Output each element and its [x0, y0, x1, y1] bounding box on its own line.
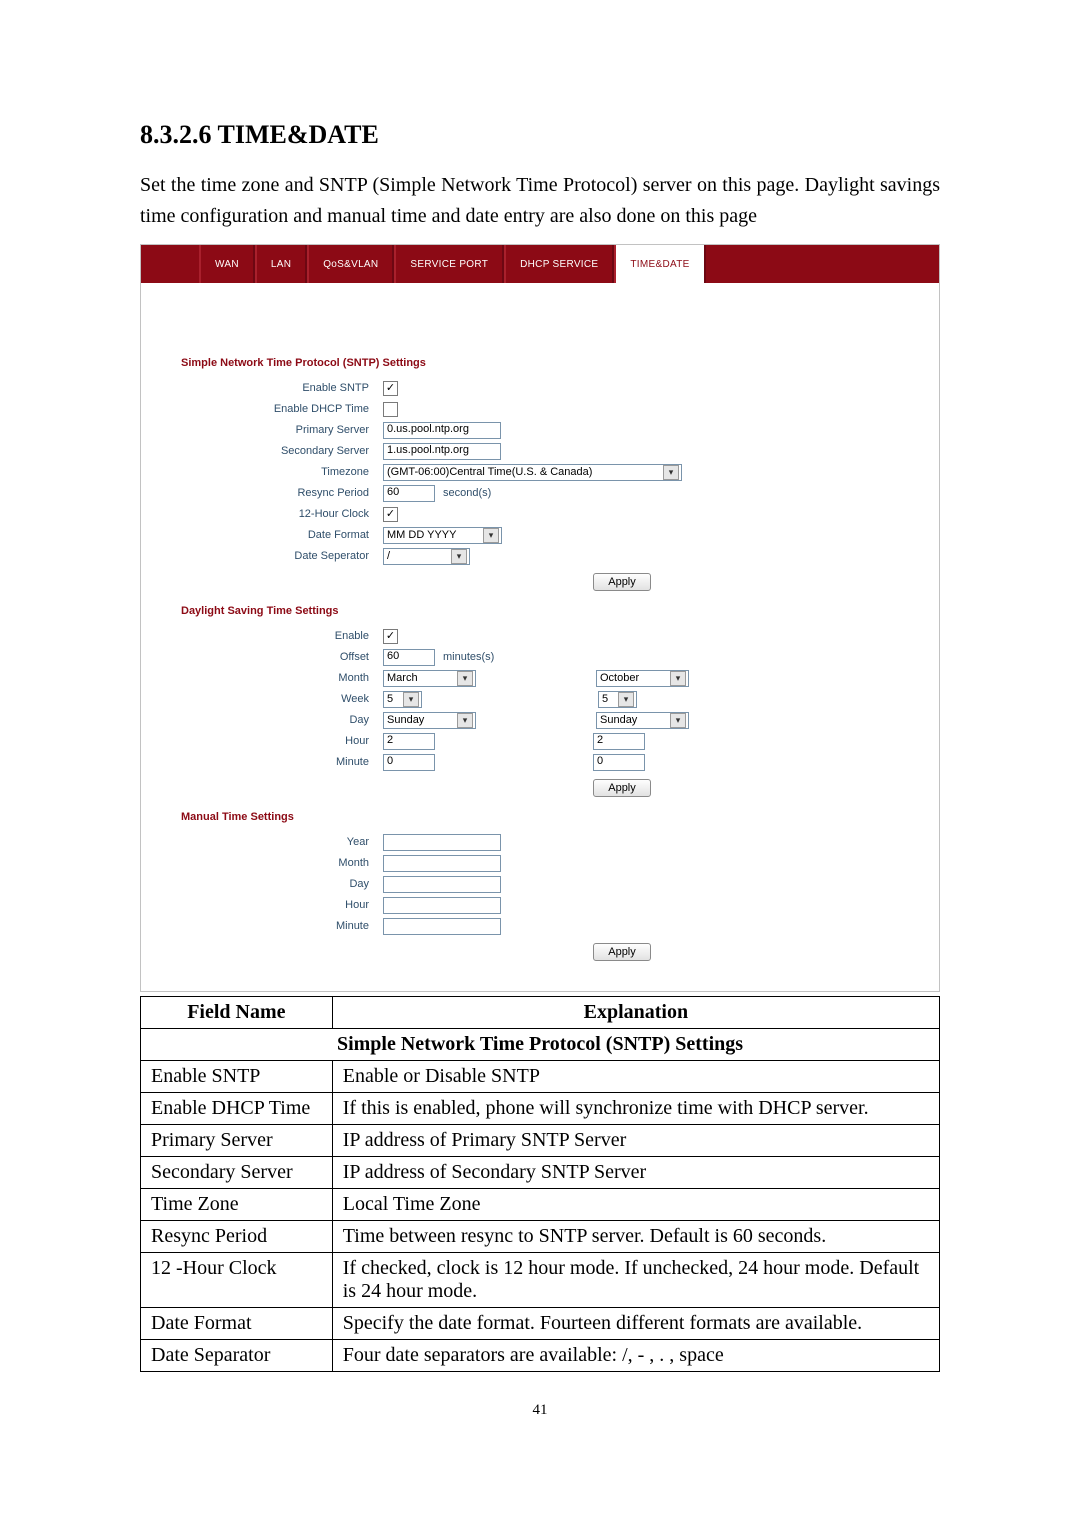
dst-month-label: Month [181, 672, 383, 684]
dst-week-start-select[interactable]: 5▾ [383, 691, 422, 708]
primary-server-input[interactable]: 0.us.pool.ntp.org [383, 422, 501, 439]
dst-hour-end-input[interactable]: 2 [593, 733, 645, 750]
table-row: 12 -Hour ClockIf checked, clock is 12 ho… [141, 1253, 940, 1308]
dst-offset-label: Offset [181, 651, 383, 663]
manual-title: Manual Time Settings [181, 811, 903, 823]
manual-month-input[interactable] [383, 855, 501, 872]
dst-offset-suffix: minutes(s) [443, 651, 494, 663]
table-head-explanation: Explanation [332, 997, 939, 1029]
chevron-down-icon: ▾ [483, 528, 499, 543]
table-row: Enable DHCP TimeIf this is enabled, phon… [141, 1093, 940, 1125]
config-panel: WAN LAN QoS&VLAN SERVICE PORT DHCP SERVI… [140, 244, 940, 992]
date-separator-select[interactable]: /▾ [383, 548, 470, 565]
tab-qosvlan[interactable]: QoS&VLAN [307, 245, 394, 283]
twelve-hour-checkbox[interactable] [383, 507, 398, 522]
enable-sntp-label: Enable SNTP [181, 382, 383, 394]
apply-dst-button[interactable]: Apply [593, 779, 651, 797]
date-separator-label: Date Seperator [181, 550, 383, 562]
primary-server-label: Primary Server [181, 424, 383, 436]
dst-minute-label: Minute [181, 756, 383, 768]
tab-bar: WAN LAN QoS&VLAN SERVICE PORT DHCP SERVI… [141, 245, 939, 283]
date-format-label: Date Format [181, 529, 383, 541]
chevron-down-icon: ▾ [618, 692, 634, 707]
dst-day-end-select[interactable]: Sunday▾ [596, 712, 689, 729]
dst-month-start-select[interactable]: March▾ [383, 670, 476, 687]
table-row: Primary ServerIP address of Primary SNTP… [141, 1125, 940, 1157]
chevron-down-icon: ▾ [663, 465, 679, 480]
dst-day-start-select[interactable]: Sunday▾ [383, 712, 476, 729]
enable-sntp-checkbox[interactable] [383, 381, 398, 396]
table-row: Enable SNTPEnable or Disable SNTP [141, 1061, 940, 1093]
tab-service-port[interactable]: SERVICE PORT [394, 245, 504, 283]
dst-enable-checkbox[interactable] [383, 629, 398, 644]
table-row: Secondary ServerIP address of Secondary … [141, 1157, 940, 1189]
enable-dhcp-time-checkbox[interactable] [383, 402, 398, 417]
manual-year-label: Year [181, 836, 383, 848]
manual-year-input[interactable] [383, 834, 501, 851]
resync-suffix: second(s) [443, 487, 491, 499]
table-row: Time ZoneLocal Time Zone [141, 1189, 940, 1221]
field-description-table: Field Name Explanation Simple Network Ti… [140, 996, 940, 1372]
timezone-label: Timezone [181, 466, 383, 478]
manual-day-input[interactable] [383, 876, 501, 893]
chevron-down-icon: ▾ [670, 713, 686, 728]
dst-day-label: Day [181, 714, 383, 726]
chevron-down-icon: ▾ [670, 671, 686, 686]
sntp-title: Simple Network Time Protocol (SNTP) Sett… [181, 357, 903, 369]
table-row: Date FormatSpecify the date format. Four… [141, 1308, 940, 1340]
dst-week-end-select[interactable]: 5▾ [598, 691, 637, 708]
table-row: Resync PeriodTime between resync to SNTP… [141, 1221, 940, 1253]
dst-month-end-select[interactable]: October▾ [596, 670, 689, 687]
resync-label: Resync Period [181, 487, 383, 499]
tab-time-date[interactable]: TIME&DATE [614, 245, 705, 283]
twelve-hour-label: 12-Hour Clock [181, 508, 383, 520]
apply-sntp-button[interactable]: Apply [593, 573, 651, 591]
chevron-down-icon: ▾ [403, 692, 419, 707]
secondary-server-label: Secondary Server [181, 445, 383, 457]
table-head-field: Field Name [141, 997, 333, 1029]
manual-day-label: Day [181, 878, 383, 890]
manual-minute-label: Minute [181, 920, 383, 932]
manual-hour-label: Hour [181, 899, 383, 911]
table-subhead: Simple Network Time Protocol (SNTP) Sett… [141, 1029, 940, 1061]
dst-minute-start-input[interactable]: 0 [383, 754, 435, 771]
chevron-down-icon: ▾ [451, 549, 467, 564]
intro-text: Set the time zone and SNTP (Simple Netwo… [140, 170, 940, 232]
dst-hour-start-input[interactable]: 2 [383, 733, 435, 750]
secondary-server-input[interactable]: 1.us.pool.ntp.org [383, 443, 501, 460]
dst-title: Daylight Saving Time Settings [181, 605, 903, 617]
table-row: Date SeparatorFour date separators are a… [141, 1340, 940, 1372]
dst-minute-end-input[interactable]: 0 [593, 754, 645, 771]
manual-minute-input[interactable] [383, 918, 501, 935]
timezone-select[interactable]: (GMT-06:00)Central Time(U.S. & Canada)▾ [383, 464, 682, 481]
apply-manual-button[interactable]: Apply [593, 943, 651, 961]
dst-enable-label: Enable [181, 630, 383, 642]
section-heading: 8.3.2.6 TIME&DATE [140, 120, 940, 150]
dst-hour-label: Hour [181, 735, 383, 747]
page-number: 41 [140, 1402, 940, 1419]
date-format-select[interactable]: MM DD YYYY▾ [383, 527, 502, 544]
enable-dhcp-time-label: Enable DHCP Time [181, 403, 383, 415]
chevron-down-icon: ▾ [457, 713, 473, 728]
manual-month-label: Month [181, 857, 383, 869]
tab-wan[interactable]: WAN [199, 245, 255, 283]
dst-offset-input[interactable]: 60 [383, 649, 435, 666]
resync-input[interactable]: 60 [383, 485, 435, 502]
tab-dhcp-service[interactable]: DHCP SERVICE [504, 245, 614, 283]
tab-lan[interactable]: LAN [255, 245, 307, 283]
manual-hour-input[interactable] [383, 897, 501, 914]
dst-week-label: Week [181, 693, 383, 705]
chevron-down-icon: ▾ [457, 671, 473, 686]
